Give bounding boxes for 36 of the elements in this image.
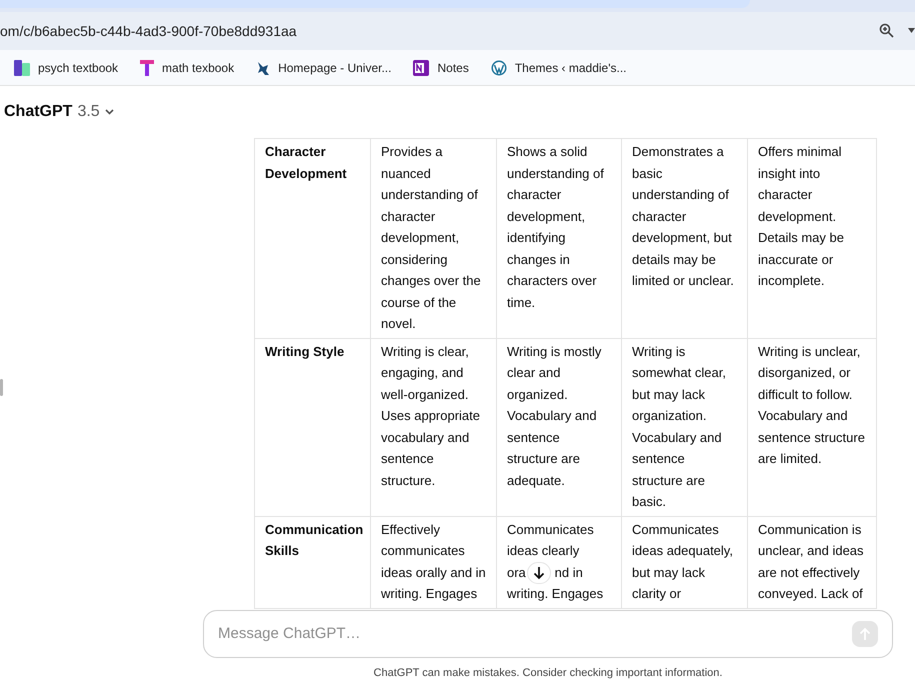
chevron-icon — [104, 109, 114, 115]
table-cell: Communication is unclear, and ideas are not effectively conveyed. Lack of — [748, 516, 876, 608]
caret-icon[interactable] — [908, 28, 915, 34]
notebook-icon — [413, 60, 430, 76]
address-bar[interactable]: om/c/b6abec5b-c44b-4ad3-900f-70be8dd931aa — [0, 12, 915, 50]
table-cell: Writing is mostly clear and organized. Vocabulary and sentence structure are adequate. — [496, 338, 622, 516]
disclaimer-text: ChatGPT can make mistakes. Consider checking important information. — [372, 666, 724, 681]
row-header-cell: Writing Style — [254, 338, 370, 516]
table-cell: Writing is clear, engaging, and well-organized. Uses appropriate vocabulary and sentence structure. — [370, 338, 496, 516]
bookmark[interactable]: Homepage - Univer... — [256, 58, 392, 76]
zoom-icon[interactable] — [879, 23, 895, 39]
message-field[interactable]: Message ChatGPT… — [218, 622, 852, 646]
table-cell: Shows a solid understanding of character development, identifying changes in characters over time. — [496, 138, 622, 338]
row-header-cell: Communication Skills — [254, 516, 370, 608]
scroll-down-button[interactable] — [527, 562, 551, 584]
arrow-up-icon — [859, 627, 871, 641]
arrow-down-icon — [533, 566, 545, 580]
url-text: om/c/b6abec5b-c44b-4ad3-900f-70be8dd931aa — [0, 22, 297, 40]
row-header-cell: Character Development — [254, 138, 370, 338]
table-cell: Offers minimal insight into character development. Details may be inaccurate or incomplete. — [748, 138, 876, 338]
bookmark[interactable]: math texbook — [140, 58, 234, 76]
table-cell: Provides a nuanced understanding of character development, considering changes over the course of the novel. — [370, 138, 496, 338]
model-selector[interactable]: ChatGPT 3.5 — [4, 100, 114, 124]
message-composer[interactable]: Message ChatGPT… — [203, 610, 893, 658]
table-cell: Writing is somewhat clear, but may lack organization. Vocabulary and sentence structure are basic. — [622, 338, 748, 516]
bookmark[interactable]: Notes — [413, 58, 469, 76]
blocks-icon — [14, 60, 30, 76]
table-cell: Communicates ideas adequately, but may lack clarity or — [622, 516, 748, 608]
bookmark[interactable]: psych textbook — [14, 58, 118, 76]
table-cell: Demonstrates a basic understanding of character development, but details may be limited or unclear. — [622, 138, 748, 338]
tee-icon — [140, 60, 154, 76]
sidebar-handle[interactable] — [0, 379, 3, 396]
wordpress-icon — [490, 60, 507, 76]
table-cell: Effectively communicates ideas orally and in writing. Engages — [370, 516, 496, 608]
table-cell: Writing is unclear, disorganized, or difficult to follow. Vocabulary and sentence structure are limited. — [748, 338, 876, 516]
bookmark[interactable]: Themes ‹ maddie's... — [490, 58, 627, 76]
